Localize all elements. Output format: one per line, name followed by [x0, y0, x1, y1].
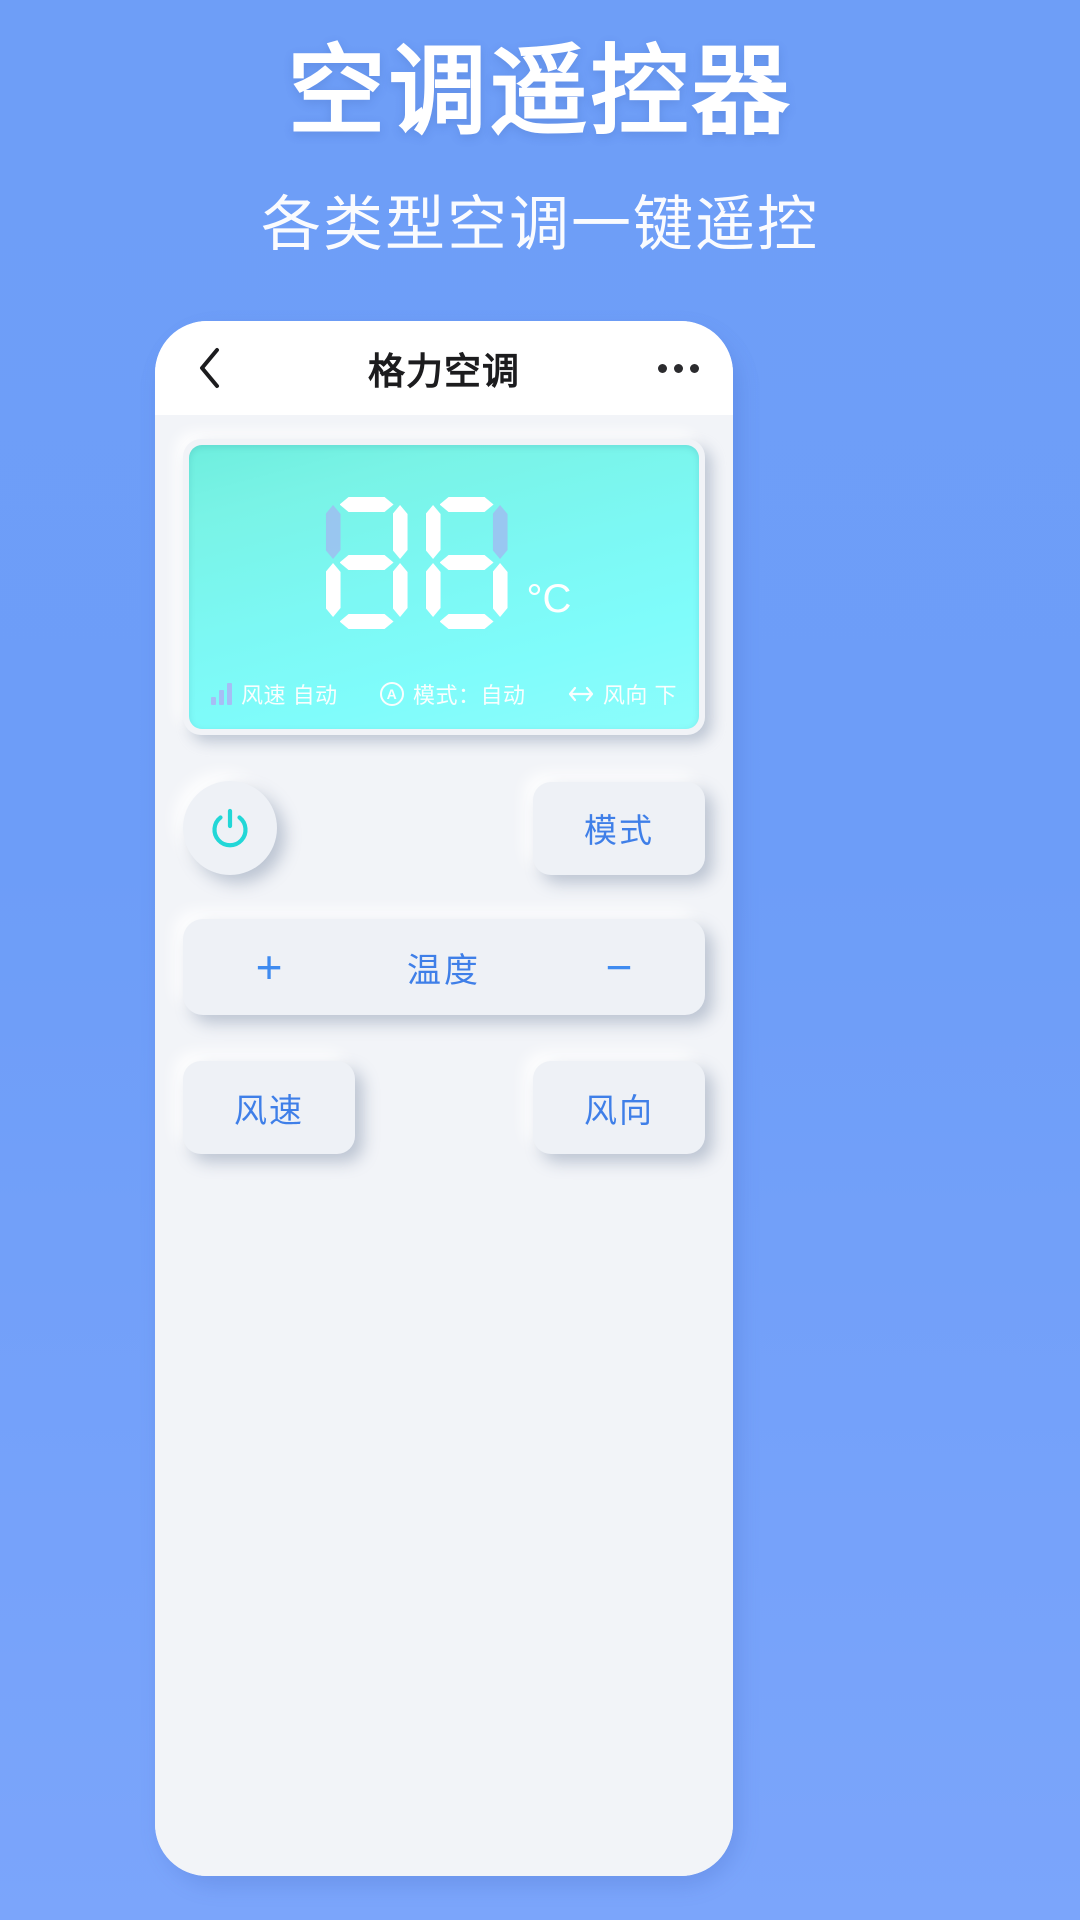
more-horizontal-icon[interactable] [658, 363, 699, 373]
lcd-screen: °C 风速 自动 A 模式：自动 风向 下 [189, 445, 699, 729]
promo-title: 空调遥控器 [287, 36, 793, 146]
promo-subtitle: 各类型空调一键遥控 [261, 190, 819, 258]
more-dot [658, 363, 667, 373]
segment-g [440, 555, 494, 570]
segment-f [426, 505, 441, 559]
seven-segment-digit-2 [424, 497, 510, 629]
status-mode-label: 模式：自动 [412, 683, 526, 708]
phone-screen: 格力空调 °C 风速 自动 A 模式：自动 风向 下 模式 + 温度 − 风速 … [155, 321, 733, 1876]
promo-header: 空调遥控器 各类型空调一键遥控 [0, 0, 1080, 263]
more-dot [690, 363, 699, 373]
seven-segment-digit-1 [324, 497, 410, 629]
temperature-readout: °C [189, 497, 699, 629]
fan-speed-button[interactable]: 风速 [183, 1061, 355, 1154]
temperature-row: + 温度 − [183, 919, 705, 1015]
power-icon [207, 805, 253, 851]
swing-arrows-icon [568, 684, 594, 704]
auto-mode-icon: A [379, 682, 404, 706]
lcd-display-panel: °C 风速 自动 A 模式：自动 风向 下 [183, 439, 705, 735]
temperature-decrease-button[interactable]: − [589, 944, 649, 990]
wind-direction-button[interactable]: 风向 [533, 1061, 705, 1154]
segment-a [340, 497, 394, 512]
temperature-label: 温度 [407, 951, 481, 990]
page-title: 格力空调 [368, 351, 520, 392]
temperature-unit: °C [526, 577, 572, 621]
segment-b [393, 505, 408, 559]
segment-b [493, 505, 508, 559]
status-wind-direction: 风向 下 [568, 678, 677, 710]
fan-direction-row: 风速 风向 [183, 1061, 705, 1154]
segment-d [340, 614, 394, 629]
status-wind-direction-label: 风向 下 [602, 683, 677, 708]
status-fan-speed: 风速 自动 [211, 678, 338, 710]
signal-bars-icon [211, 683, 232, 705]
temperature-increase-button[interactable]: + [239, 944, 299, 990]
temperature-control-bar: + 温度 − [183, 919, 705, 1015]
status-fan-speed-label: 风速 自动 [241, 683, 338, 708]
app-navbar: 格力空调 [155, 321, 733, 415]
more-dot [674, 363, 683, 373]
segment-e [426, 563, 441, 617]
mode-button[interactable]: 模式 [533, 781, 705, 875]
power-mode-row: 模式 [183, 781, 705, 875]
segment-a [440, 497, 494, 512]
lcd-status-row: 风速 自动 A 模式：自动 风向 下 [189, 678, 699, 710]
remote-body: °C 风速 自动 A 模式：自动 风向 下 模式 + 温度 − 风速 风向 [155, 415, 733, 1876]
back-button[interactable] [189, 347, 231, 389]
segment-c [393, 563, 408, 617]
segment-e [326, 563, 341, 617]
segment-g [340, 555, 394, 570]
phone-mockup: 格力空调 °C 风速 自动 A 模式：自动 风向 下 模式 + 温度 − 风速 … [155, 321, 739, 1886]
chevron-left-icon [197, 346, 223, 390]
power-button[interactable] [183, 781, 277, 875]
segment-c [493, 563, 508, 617]
status-mode: A 模式：自动 [379, 678, 526, 710]
segment-d [440, 614, 494, 629]
segment-f [326, 505, 341, 559]
